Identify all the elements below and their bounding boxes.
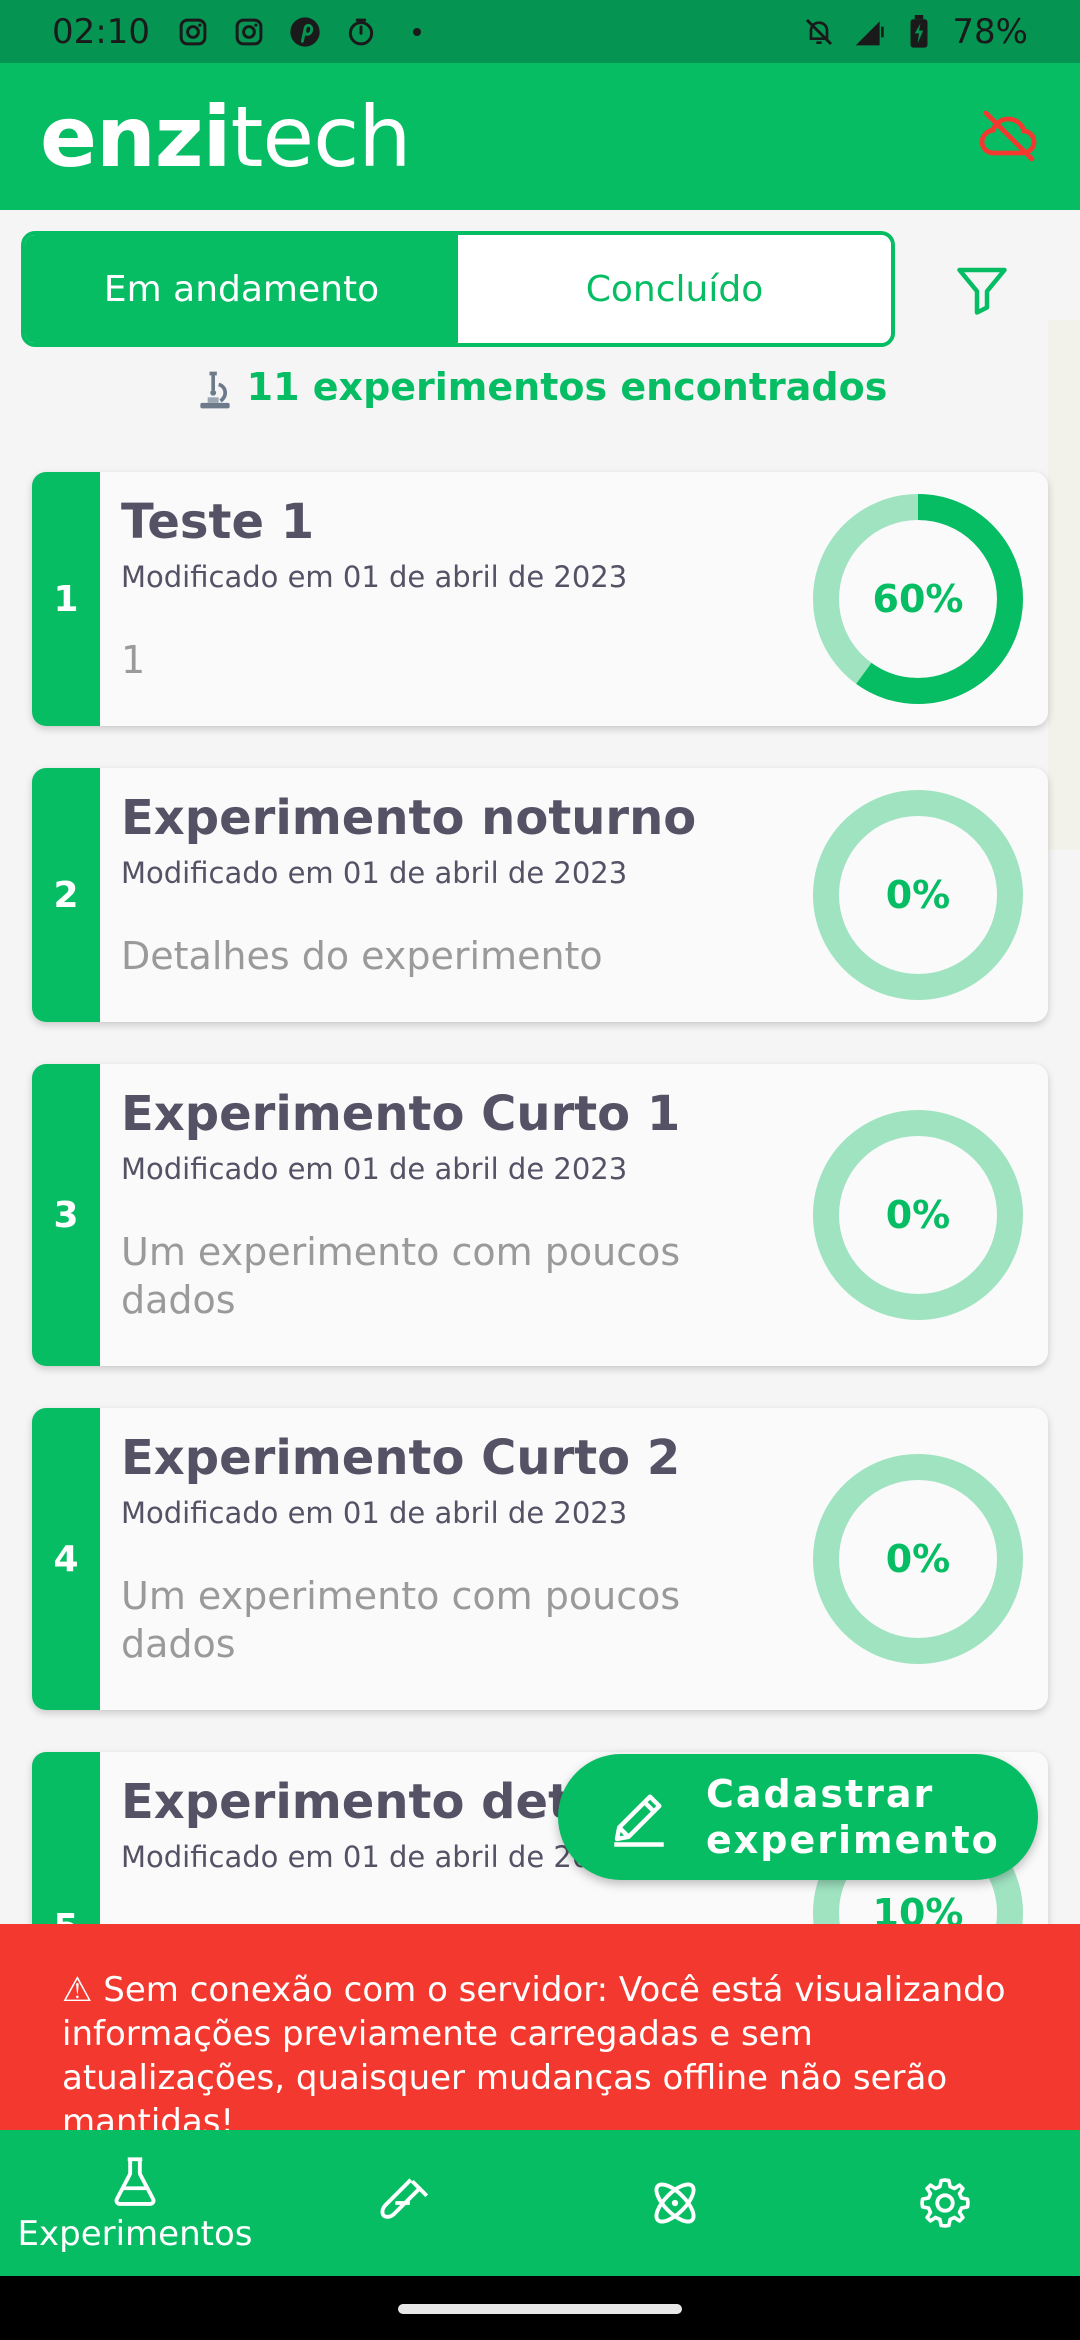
experiment-index: 1 <box>32 472 100 726</box>
results-count-text: 11 experimentos encontrados <box>246 365 888 409</box>
nav-test-tube[interactable] <box>270 2130 540 2276</box>
experiment-description: Um experimento com poucos dados <box>121 1574 681 1666</box>
app-bar: enzitech <box>0 63 1080 210</box>
progress-percent: 0% <box>885 1537 951 1581</box>
scroll-edge <box>1048 320 1080 850</box>
pencil-icon <box>606 1784 672 1850</box>
battery-level: 78% <box>952 11 1028 52</box>
microscope-icon <box>193 368 237 412</box>
results-count: 11 experimentos encontrados <box>0 365 1080 412</box>
fab-label-line2: experimento <box>706 1818 1000 1862</box>
battery-icon <box>902 14 936 49</box>
progress-ring: 60% <box>812 493 1024 705</box>
offline-banner-text: ⚠ Sem conexão com o servidor: Você está … <box>62 1970 1006 2142</box>
fab-label-line1: Cadastrar <box>706 1772 935 1816</box>
experiment-title: Experimento noturno <box>121 790 697 846</box>
tab-in-progress[interactable]: Em andamento <box>25 235 458 343</box>
experiment-card[interactable]: 2 Experimento noturno Modificado em 01 d… <box>32 768 1048 1022</box>
instagram-icon <box>176 15 210 49</box>
timer-icon <box>344 15 378 49</box>
experiment-modified: Modificado em 01 de abril de 2023 <box>121 856 628 890</box>
nav-atom[interactable] <box>540 2130 810 2276</box>
experiment-title: Experimento Curto 1 <box>121 1086 681 1142</box>
instagram-icon <box>232 15 266 49</box>
experiment-index: 4 <box>32 1408 100 1710</box>
test-tube-icon <box>380 2178 429 2219</box>
progress-percent: 60% <box>872 577 964 621</box>
add-experiment-button[interactable]: Cadastrar experimento <box>558 1754 1038 1880</box>
experiment-title: Experimento detal <box>121 1774 620 1830</box>
nav-experiments-label: Experimentos <box>17 2214 253 2254</box>
experiment-title: Teste 1 <box>121 494 315 550</box>
experiment-description: 1 <box>121 638 146 682</box>
experiment-modified: Modificado em 01 de abril de 2023 <box>121 560 628 594</box>
mute-icon <box>802 15 836 49</box>
app-logo: enzitech <box>40 87 412 186</box>
notification-dot-icon <box>400 15 434 49</box>
tab-completed[interactable]: Concluído <box>458 235 891 343</box>
experiment-description: Um experimento com poucos dados <box>121 1230 681 1322</box>
status-bar: 02:10 78% <box>0 0 1080 63</box>
progress-ring: 0% <box>812 1109 1024 1321</box>
progress-ring: 0% <box>812 1453 1024 1665</box>
cloud-off-icon[interactable] <box>976 105 1040 169</box>
nav-settings[interactable] <box>810 2130 1080 2276</box>
progress-ring: 0% <box>812 789 1024 1001</box>
offline-banner: ⚠ Sem conexão com o servidor: Você está … <box>0 1924 1080 2142</box>
experiment-modified: Modificado em 01 de abril de 2023 <box>121 1496 628 1530</box>
experiment-description: Detalhes do experimento <box>121 934 603 978</box>
filter-icon[interactable] <box>952 260 1012 320</box>
bottom-nav: Experimentos <box>0 2130 1080 2276</box>
experiment-title: Experimento Curto 2 <box>121 1430 681 1486</box>
progress-percent: 0% <box>885 873 951 917</box>
experiment-index: 5 <box>32 1752 100 1952</box>
status-tabs: Em andamento Concluído <box>21 231 895 347</box>
home-handle[interactable] <box>398 2304 682 2314</box>
experiment-index: 3 <box>32 1064 100 1366</box>
nav-experiments[interactable]: Experimentos <box>0 2130 270 2276</box>
experiment-modified: Modificado em 01 de abril de 20 <box>121 1840 591 1874</box>
gesture-bar <box>0 2276 1080 2340</box>
signal-icon <box>852 15 886 49</box>
experiment-card[interactable]: 4 Experimento Curto 2 Modificado em 01 d… <box>32 1408 1048 1710</box>
experiment-modified: Modificado em 01 de abril de 2023 <box>121 1152 628 1186</box>
atom-icon <box>654 2182 696 2224</box>
pinterest-icon <box>288 15 322 49</box>
experiment-index: 2 <box>32 768 100 1022</box>
experiment-card[interactable]: 1 Teste 1 Modificado em 01 de abril de 2… <box>32 472 1048 726</box>
flask-icon <box>114 2157 156 2206</box>
progress-percent: 0% <box>885 1193 951 1237</box>
gear-icon <box>920 2178 970 2228</box>
status-time: 02:10 <box>52 11 150 52</box>
experiment-card[interactable]: 3 Experimento Curto 1 Modificado em 01 d… <box>32 1064 1048 1366</box>
